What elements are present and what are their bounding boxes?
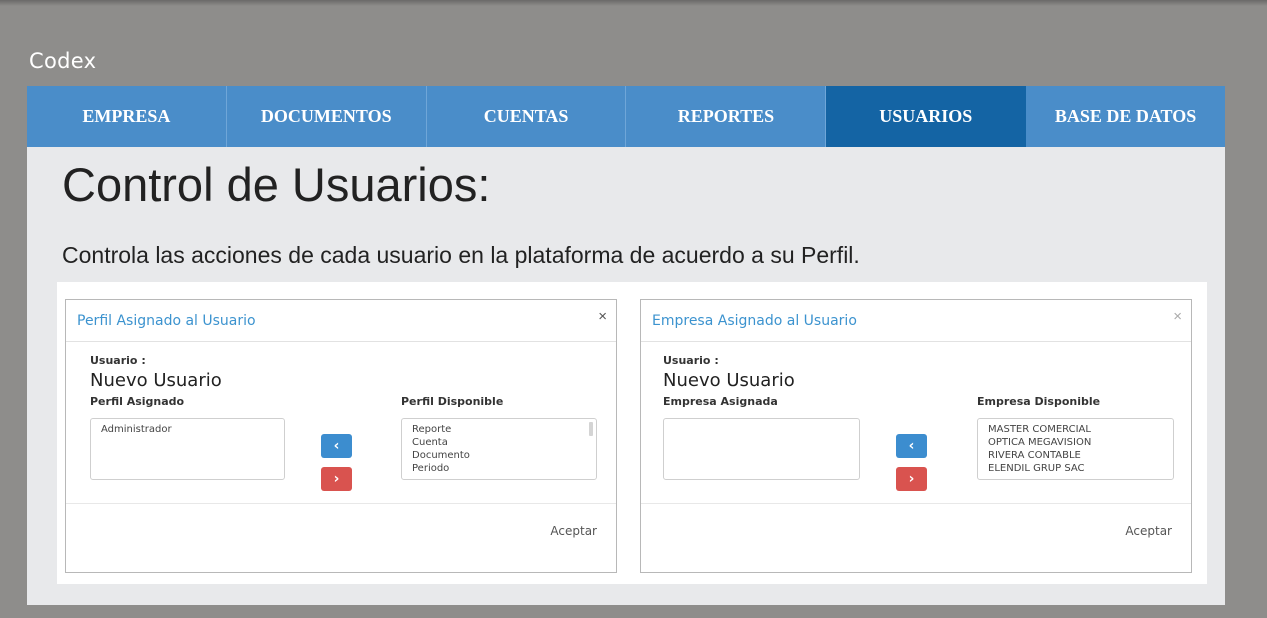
empresa-disponible-list[interactable]: MASTER COMERCIAL OPTICA MEGAVISION RIVER… [977,418,1174,480]
tab-cuentas[interactable]: CUENTAS [427,86,627,147]
dialog-title: Empresa Asignado al Usuario [652,313,857,329]
usuario-value: Nuevo Usuario [90,370,222,391]
app-title: Codex [29,49,97,73]
divider [66,503,616,504]
perfil-disponible-list[interactable]: Reporte Cuenta Documento Periodo [401,418,597,480]
list-item[interactable]: Cuenta [412,436,586,449]
accept-button[interactable]: Aceptar [1125,524,1172,538]
perfil-asignado-label: Perfil Asignado [90,395,185,408]
list-item[interactable]: OPTICA MEGAVISION [988,436,1163,449]
perfil-asignado-list[interactable]: Administrador [90,418,285,480]
chevron-left-icon: ‹ [333,438,340,454]
scrollbar[interactable] [589,422,593,436]
content-area: Control de Usuarios: Controla las accion… [27,147,1225,605]
bottom-band [0,605,1267,618]
tab-base-de-datos[interactable]: BASE DE DATOS [1026,86,1225,147]
perfil-dialog: Perfil Asignado al Usuario × Usuario : N… [65,299,617,573]
main-nav: EMPRESA DOCUMENTOS CUENTAS REPORTES USUA… [27,86,1225,147]
top-shade [0,0,1267,6]
move-right-button[interactable]: › [321,467,352,491]
usuario-value: Nuevo Usuario [663,370,795,391]
empresa-dialog: Empresa Asignado al Usuario × Usuario : … [640,299,1192,573]
page-description: Controla las acciones de cada usuario en… [62,242,860,268]
list-item[interactable]: Reporte [412,423,586,436]
dialog-header: Perfil Asignado al Usuario × [66,300,616,342]
chevron-right-icon: › [908,471,915,487]
move-right-button[interactable]: › [896,467,927,491]
tab-usuarios[interactable]: USUARIOS [826,86,1027,147]
list-item[interactable]: ELENDIL GRUP SAC [988,462,1163,475]
chevron-left-icon: ‹ [908,438,915,454]
accept-button[interactable]: Aceptar [550,524,597,538]
list-item[interactable]: Administrador [101,423,274,436]
screenshot-panel: Perfil Asignado al Usuario × Usuario : N… [57,282,1207,584]
dialog-title: Perfil Asignado al Usuario [77,313,256,329]
divider [641,503,1191,504]
list-item[interactable]: Periodo [412,462,586,475]
dialog-header: Empresa Asignado al Usuario × [641,300,1191,342]
chevron-right-icon: › [333,471,340,487]
empresa-disponible-label: Empresa Disponible [977,395,1101,408]
list-item[interactable]: Documento [412,449,586,462]
move-left-button[interactable]: ‹ [896,434,927,458]
close-icon[interactable]: × [1173,308,1182,325]
tab-reportes[interactable]: REPORTES [626,86,827,147]
close-icon[interactable]: × [598,308,607,325]
perfil-disponible-label: Perfil Disponible [401,395,504,408]
list-item[interactable]: RIVERA CONTABLE [988,449,1163,462]
move-left-button[interactable]: ‹ [321,434,352,458]
tab-empresa[interactable]: EMPRESA [27,86,227,147]
list-item[interactable]: MASTER COMERCIAL [988,423,1163,436]
empresa-asignada-label: Empresa Asignada [663,395,778,408]
tab-documentos[interactable]: DOCUMENTOS [227,86,427,147]
page-title: Control de Usuarios: [62,158,491,211]
empresa-asignada-list[interactable] [663,418,860,480]
usuario-label: Usuario : [90,354,146,367]
usuario-label: Usuario : [663,354,719,367]
